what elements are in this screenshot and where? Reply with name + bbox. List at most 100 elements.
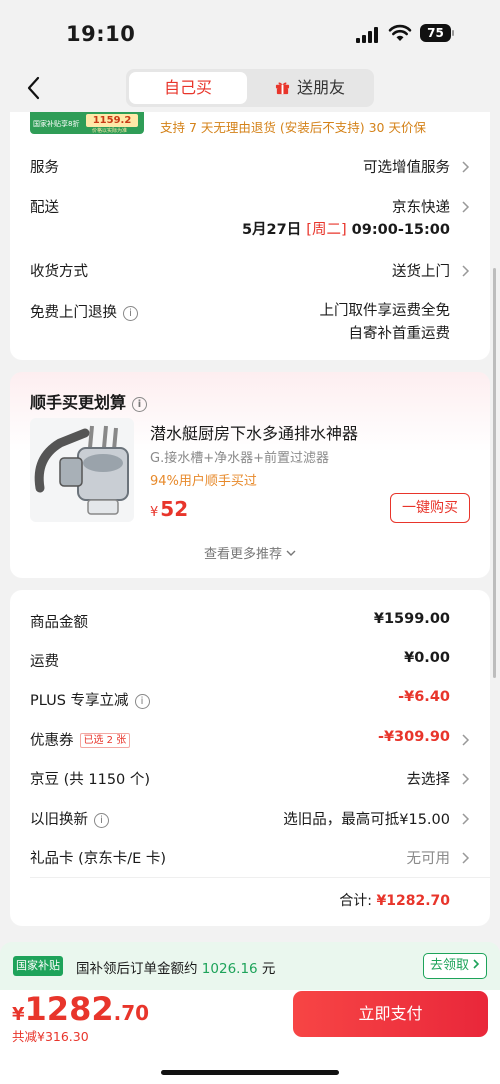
receive-label: 收货方式 bbox=[30, 264, 88, 280]
freight-row: 运费 ¥0.00 bbox=[30, 650, 470, 674]
recommend-title: 顺手买更划算 bbox=[30, 393, 127, 412]
payable-price-dec: .70 bbox=[113, 1001, 150, 1025]
delivery-time: 5月27日 [周二] 09:00-15:00 bbox=[242, 218, 450, 239]
subsidy-text-suffix: 元 bbox=[257, 961, 276, 977]
freight-label: 运费 bbox=[30, 654, 59, 670]
chevron-right-icon bbox=[462, 773, 470, 785]
wifi-icon bbox=[388, 24, 412, 41]
national-subsidy-badge: 国家补贴 bbox=[13, 956, 63, 976]
plus-discount-row: PLUS 专享立减 i -¥6.40 bbox=[30, 689, 470, 713]
subsidy-text-prefix: 国补领后订单金额约 bbox=[76, 961, 202, 977]
currency-symbol: ¥ bbox=[150, 505, 159, 520]
delivery-slot: 09:00-15:00 bbox=[346, 222, 450, 238]
coupon-value: -¥309.90 bbox=[377, 729, 450, 745]
banner-img-text: 国家补贴享8折 bbox=[33, 120, 80, 128]
chevron-right-icon bbox=[462, 813, 470, 825]
service-value: 可选增值服务 bbox=[363, 160, 450, 176]
free-return-line2: 自寄补首重运费 bbox=[348, 326, 451, 342]
chevron-right-icon bbox=[462, 734, 470, 746]
chevron-right-icon bbox=[462, 265, 470, 277]
chevron-right-icon bbox=[462, 201, 470, 213]
delivery-date: 5月27日 bbox=[241, 222, 307, 238]
info-icon[interactable]: i bbox=[132, 397, 148, 412]
coupon-selected-badge: 已选 2 张 bbox=[79, 733, 131, 748]
coupon-label-wrap: 优惠券 已选 2 张 bbox=[30, 729, 131, 750]
goods-amount-label: 商品金额 bbox=[30, 615, 88, 631]
product-buy-rate: 94%用户顺手买过 bbox=[150, 474, 257, 489]
info-icon[interactable]: i bbox=[123, 306, 138, 321]
product-price: ¥52 bbox=[150, 497, 188, 521]
chevron-down-icon bbox=[286, 550, 296, 556]
status-bar: 19:10 75 bbox=[0, 0, 500, 64]
subsidy-text: 国补领后订单金额约 1026.16 元 bbox=[76, 957, 275, 977]
total-value: ¥1282.70 bbox=[376, 893, 450, 909]
back-arrow-icon[interactable] bbox=[22, 74, 48, 102]
free-return-label-wrap: 免费上门退换 i bbox=[30, 301, 138, 322]
goods-amount-value: ¥1599.00 bbox=[373, 611, 450, 627]
gift-card-value: 无可用 bbox=[406, 851, 451, 867]
tab-self-buy[interactable]: 自己买 bbox=[129, 72, 247, 104]
coupon-row[interactable]: 优惠券 已选 2 张 -¥309.90 bbox=[30, 729, 470, 753]
goods-amount-row: 商品金额 ¥1599.00 bbox=[30, 611, 470, 635]
pay-now-button[interactable]: 立即支付 bbox=[293, 991, 488, 1037]
banner-img-price: 1159.2 bbox=[86, 114, 138, 127]
drain-fitting-illustration bbox=[34, 425, 129, 515]
banner-img-note: 价格以实际为准 bbox=[92, 128, 128, 134]
more-recommend-label: 查看更多推荐 bbox=[203, 547, 282, 562]
claim-subsidy-button[interactable]: 去领取 bbox=[423, 953, 487, 979]
checkout-bar: ¥1282.70 共减¥316.30 立即支付 bbox=[0, 990, 500, 1084]
gift-card-label: 礼品卡 (京东卡/E 卡) bbox=[30, 851, 167, 867]
national-subsidy-bar: 国家补贴 国补领后订单金额约 1026.16 元 去领取 bbox=[0, 942, 500, 990]
delivery-value: 京东快递 bbox=[392, 200, 450, 216]
tab-gift-friend[interactable]: 送朋友 bbox=[250, 72, 370, 104]
service-row[interactable]: 服务 可选增值服务 bbox=[30, 156, 470, 180]
free-return-label: 免费上门退换 bbox=[30, 305, 117, 321]
plus-label-wrap: PLUS 专享立减 i bbox=[30, 689, 150, 710]
jd-bean-label: 京豆 (共 1150 个) bbox=[30, 772, 151, 788]
trade-in-label-wrap: 以旧换新 i bbox=[30, 808, 109, 829]
product-name[interactable]: 潜水艇厨房下水多通排水神器 bbox=[150, 420, 358, 444]
order-service-card: 国家补贴享8折 1159.2 价格以实际为准 支持 7 天无理由退货 (安装后不… bbox=[10, 112, 490, 360]
scrollbar[interactable] bbox=[493, 268, 496, 678]
receive-method-row[interactable]: 收货方式 送货上门 bbox=[30, 260, 470, 284]
recommend-title-wrap: 顺手买更划算 i bbox=[30, 389, 148, 413]
receive-value: 送货上门 bbox=[392, 264, 450, 280]
trade-in-value: 选旧品，最高可抵¥15.00 bbox=[283, 812, 450, 828]
total-amount: 合计: ¥1282.70 bbox=[339, 890, 450, 910]
price-summary-card: 商品金额 ¥1599.00 运费 ¥0.00 PLUS 专享立减 i -¥6.40… bbox=[10, 590, 490, 926]
chevron-right-icon bbox=[473, 959, 480, 969]
product-image[interactable] bbox=[30, 418, 134, 522]
jd-bean-value: 去选择 bbox=[406, 772, 451, 788]
jd-bean-row[interactable]: 京豆 (共 1150 个) 去选择 bbox=[30, 768, 470, 792]
trade-in-label: 以旧换新 bbox=[30, 812, 88, 828]
tab-gift-label: 送朋友 bbox=[296, 78, 345, 97]
more-recommend-link[interactable]: 查看更多推荐 bbox=[10, 543, 490, 562]
chevron-right-icon bbox=[462, 161, 470, 173]
return-policy-text: 支持 7 天无理由退货 (安装后不支持) 30 天价保 bbox=[160, 120, 426, 135]
purchase-mode-switch: 自己买 送朋友 bbox=[126, 69, 374, 107]
recommend-card: 顺手买更划算 i 潜水艇厨房下水多通排水神器 G.接水槽+净水器+前置过滤器 94… bbox=[10, 372, 490, 578]
currency-symbol: ¥ bbox=[12, 1004, 25, 1025]
freight-value: ¥0.00 bbox=[404, 650, 450, 666]
total-label: 合计: bbox=[339, 893, 377, 909]
product-spec: G.接水槽+净水器+前置过滤器 bbox=[150, 451, 329, 466]
claim-label: 去领取 bbox=[429, 958, 469, 973]
cellular-signal-icon bbox=[356, 27, 378, 43]
trade-in-row[interactable]: 以旧换新 i 选旧品，最高可抵¥15.00 bbox=[30, 808, 470, 832]
payable-price: ¥1282.70 bbox=[12, 990, 149, 1028]
free-return-line1: 上门取件享运费全免 bbox=[319, 303, 451, 319]
info-icon[interactable]: i bbox=[94, 813, 109, 828]
divider bbox=[30, 877, 490, 878]
service-label: 服务 bbox=[30, 160, 59, 176]
delivery-row[interactable]: 配送 京东快递 bbox=[30, 196, 470, 220]
coupon-label: 优惠券 bbox=[30, 733, 74, 749]
delivery-label: 配送 bbox=[30, 200, 59, 216]
gift-card-row[interactable]: 礼品卡 (京东卡/E 卡) 无可用 bbox=[30, 847, 470, 871]
chevron-right-icon bbox=[462, 852, 470, 864]
battery-icon: 75 bbox=[420, 24, 454, 42]
home-indicator[interactable] bbox=[161, 1070, 339, 1075]
info-icon[interactable]: i bbox=[134, 694, 150, 709]
delivery-weekday: [周二] bbox=[306, 222, 347, 238]
one-click-buy-button[interactable]: 一键购买 bbox=[390, 493, 470, 523]
gift-icon bbox=[275, 82, 290, 95]
